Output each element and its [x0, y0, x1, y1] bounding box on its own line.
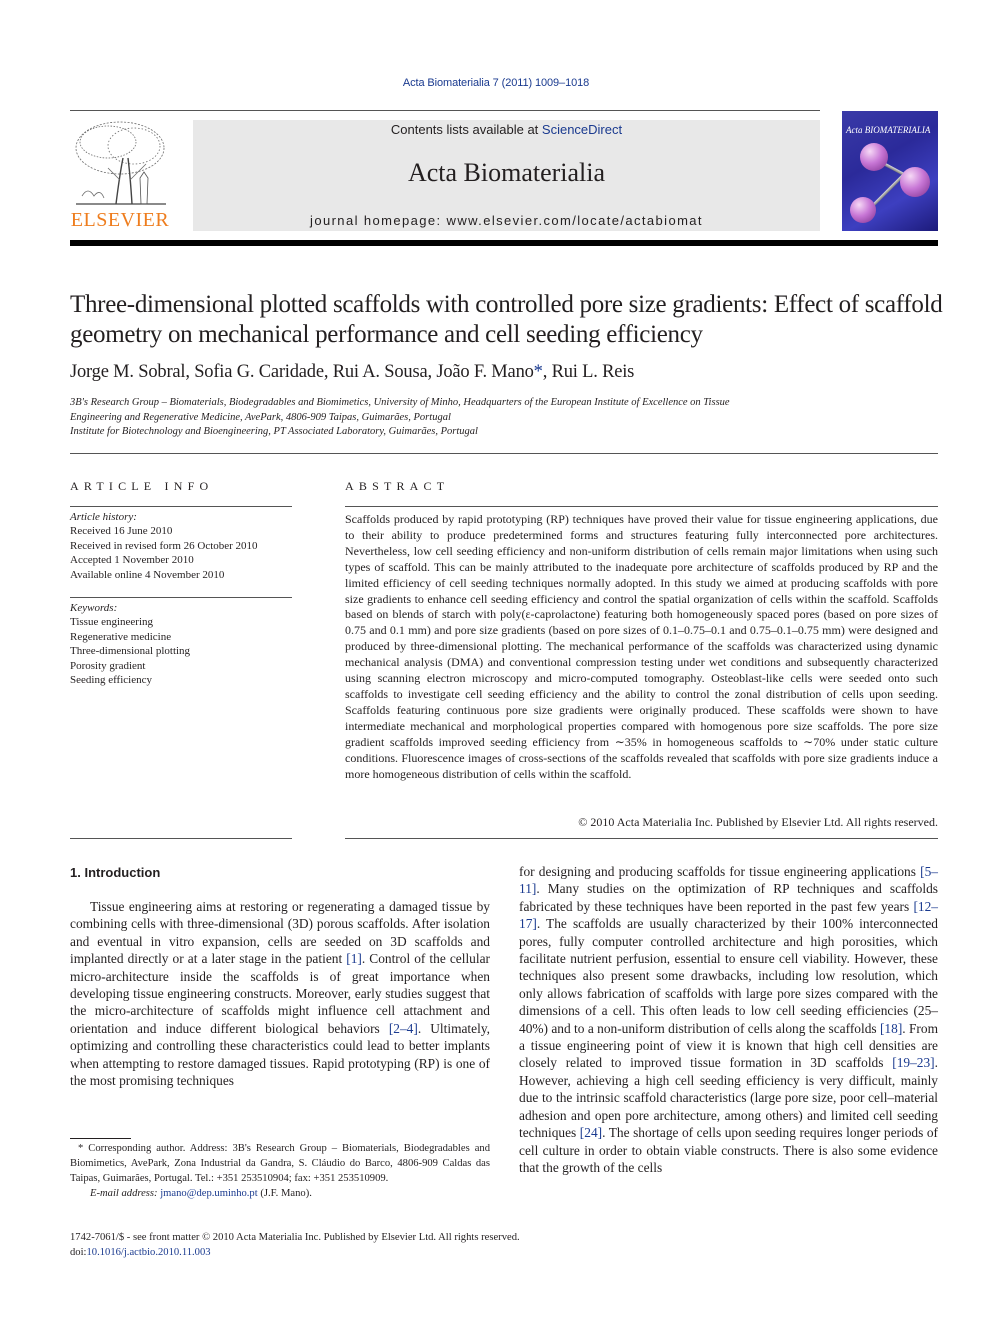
abstract-copyright: © 2010 Acta Materialia Inc. Published by…	[578, 815, 938, 829]
keyword-item: Regenerative medicine	[70, 630, 172, 643]
journal-citation[interactable]: Acta Biomaterialia 7 (2011) 1009–1018	[0, 77, 992, 89]
footnote-text: Corresponding author. Address: 3B's Rese…	[70, 1143, 490, 1184]
authors-text: Jorge M. Sobral, Sofia G. Caridade, Rui …	[70, 362, 534, 382]
contents-line: Contents lists available at ScienceDirec…	[193, 122, 820, 137]
issn-line: 1742-7061/$ - see front matter © 2010 Ac…	[70, 1232, 520, 1243]
header-thick-rule	[70, 240, 938, 246]
abstract-text: Scaffolds produced by rapid prototyping …	[345, 512, 938, 781]
article-info-heading: ARTICLE INFO	[70, 479, 214, 493]
abstract-heading: ABSTRACT	[345, 479, 450, 493]
citation-ref-link[interactable]: [2–4]	[389, 1021, 418, 1036]
intro-column-left: Tissue engineering aims at restoring or …	[70, 898, 490, 1089]
corresponding-author-link[interactable]: *	[534, 362, 543, 382]
journal-cover-image[interactable]: Acta BIOMATERIALIA	[842, 111, 938, 231]
page-footer: 1742-7061/$ - see front matter © 2010 Ac…	[70, 1230, 520, 1260]
body-text: for designing and producing scaffolds fo…	[519, 864, 921, 879]
email-suffix: (J.F. Mano).	[257, 1188, 312, 1199]
history-item: Received 16 June 2010	[70, 525, 173, 538]
article-history-label: Article history:	[70, 511, 137, 523]
intro-column-right: for designing and producing scaffolds fo…	[519, 863, 938, 1176]
affiliation: Institute for Biotechnology and Bioengin…	[70, 426, 478, 437]
abstract-rule	[345, 506, 938, 507]
affiliation: Engineering and Regenerative Medicine, A…	[70, 412, 451, 423]
affiliation: 3B's Research Group – Biomaterials, Biod…	[70, 397, 730, 408]
citation-ref-link[interactable]: [1]	[346, 951, 362, 966]
homepage-line: journal homepage: www.elsevier.com/locat…	[193, 213, 820, 228]
citation-ref-link[interactable]: [19–23]	[892, 1055, 934, 1070]
keyword-item: Seeding efficiency	[70, 674, 152, 687]
history-item: Accepted 1 November 2010	[70, 554, 194, 567]
authors-text-tail: , Rui L. Reis	[542, 362, 635, 382]
cover-title: Acta BIOMATERIALIA	[846, 125, 931, 135]
corresponding-author-footnote: * Corresponding author. Address: 3B's Re…	[70, 1141, 490, 1201]
journal-banner: Contents lists available at ScienceDirec…	[193, 120, 820, 231]
cover-sphere	[900, 167, 930, 197]
history-item: Received in revised form 26 October 2010	[70, 539, 258, 552]
author-list: Jorge M. Sobral, Sofia G. Caridade, Rui …	[70, 362, 634, 383]
citation-ref-link[interactable]: [24]	[580, 1125, 602, 1140]
keyword-item: Porosity gradient	[70, 659, 146, 672]
abstract-bottom-rule	[345, 838, 938, 839]
keywords-rule	[70, 597, 292, 598]
elsevier-wordmark: ELSEVIER	[70, 209, 170, 231]
article-history: Article history: Received 16 June 2010 R…	[70, 510, 292, 582]
cover-sphere	[850, 197, 876, 223]
history-item: Available online 4 November 2010	[70, 568, 225, 581]
doi-label: doi:	[70, 1247, 87, 1258]
introduction-heading: 1. Introduction	[70, 865, 161, 880]
keywords-label: Keywords:	[70, 602, 118, 614]
article-info-bottom-rule	[70, 838, 292, 839]
contents-prefix: Contents lists available at	[390, 122, 542, 137]
body-text: . Many studies on the optimization of RP…	[519, 881, 938, 914]
doi-link[interactable]: 10.1016/j.actbio.2010.11.003	[86, 1247, 210, 1258]
article-title: Three-dimensional plotted scaffolds with…	[70, 291, 943, 348]
header-rule	[70, 110, 820, 111]
citation-ref-link[interactable]: [18]	[880, 1021, 902, 1036]
article-info-rule	[70, 506, 292, 507]
homepage-url[interactable]: www.elsevier.com/locate/actabiomat	[447, 213, 703, 228]
homepage-label: journal homepage:	[310, 213, 447, 228]
footnote-rule	[70, 1138, 131, 1139]
keyword-item: Three-dimensional plotting	[70, 645, 191, 658]
sciencedirect-link[interactable]: ScienceDirect	[542, 122, 622, 137]
keywords: Keywords: Tissue engineering Regenerativ…	[70, 601, 292, 687]
email-label: E-mail address:	[90, 1188, 161, 1199]
keyword-item: Tissue engineering	[70, 616, 154, 629]
email-link[interactable]: jmano@dep.uminho.pt	[160, 1188, 257, 1199]
elsevier-tree-icon	[75, 121, 166, 205]
body-text: . The scaffolds are usually characterize…	[519, 916, 938, 1036]
elsevier-logo[interactable]: ELSEVIER	[68, 118, 172, 232]
journal-name: Acta Biomaterialia	[407, 158, 606, 187]
cover-sphere	[860, 143, 888, 171]
section-divider	[70, 453, 938, 454]
